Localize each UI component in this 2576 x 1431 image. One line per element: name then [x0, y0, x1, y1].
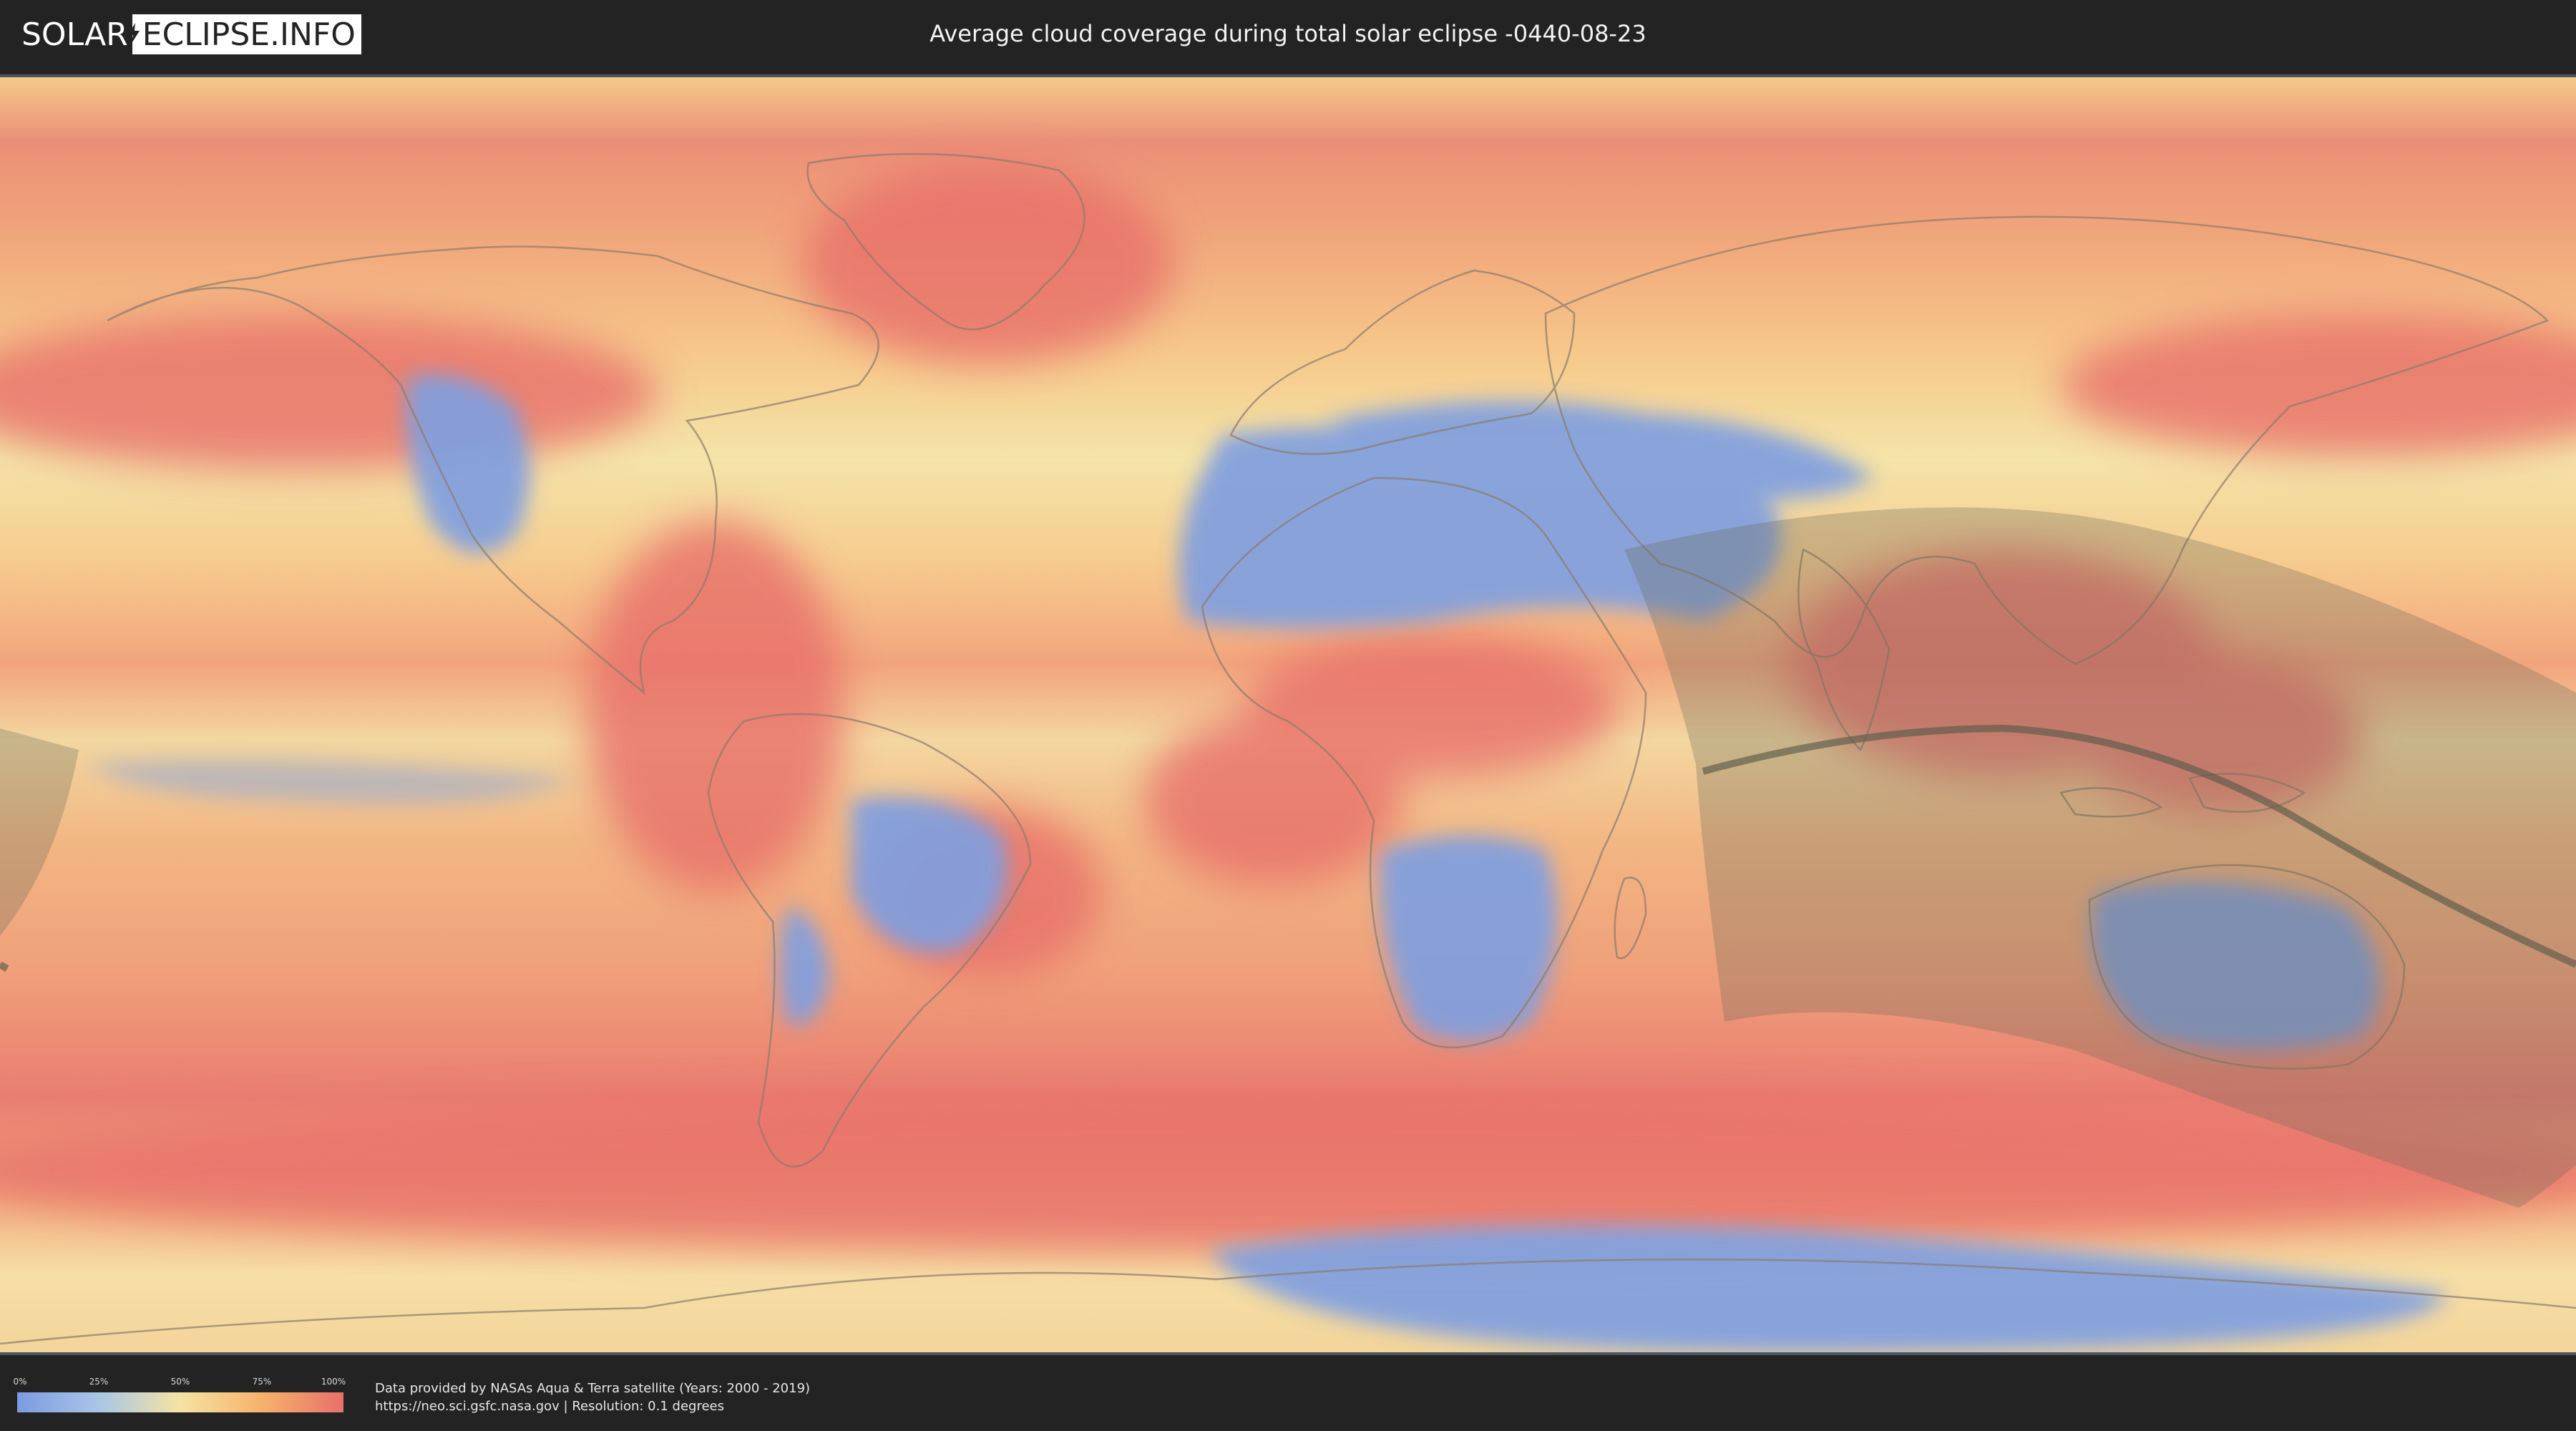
header-bar: SOLAR ECLIPSE.INFO Average cloud coverag…: [0, 0, 2576, 73]
legend-tick-75: 75%: [252, 1377, 272, 1387]
footer-bar: 0% 25% 50% 75% 100% Data provided by NAS…: [0, 1355, 2576, 1431]
world-map-svg[interactable]: [0, 77, 2576, 1352]
legend-tick-0: 0%: [13, 1377, 27, 1387]
credits-line-url: https://neo.sci.gsfc.nasa.gov | Resoluti…: [375, 1399, 724, 1414]
credits-line-source: Data provided by NASAs Aqua & Terra sate…: [375, 1381, 811, 1396]
legend-tick-50: 50%: [170, 1377, 190, 1387]
legend-tick-100: 100%: [321, 1377, 346, 1387]
legend-tick-25: 25%: [89, 1377, 109, 1387]
page-title: Average cloud coverage during total sola…: [930, 20, 1646, 47]
cloud-coverage-map[interactable]: [0, 74, 2576, 1355]
data-credits: Data provided by NASAs Aqua & Terra sate…: [375, 1379, 810, 1415]
eclipse-centerline-west[interactable]: [0, 961, 9, 972]
cloud-coverage-legend: 0% 25% 50% 75% 100%: [13, 1377, 346, 1417]
legend-gradient-bar: [17, 1392, 343, 1412]
